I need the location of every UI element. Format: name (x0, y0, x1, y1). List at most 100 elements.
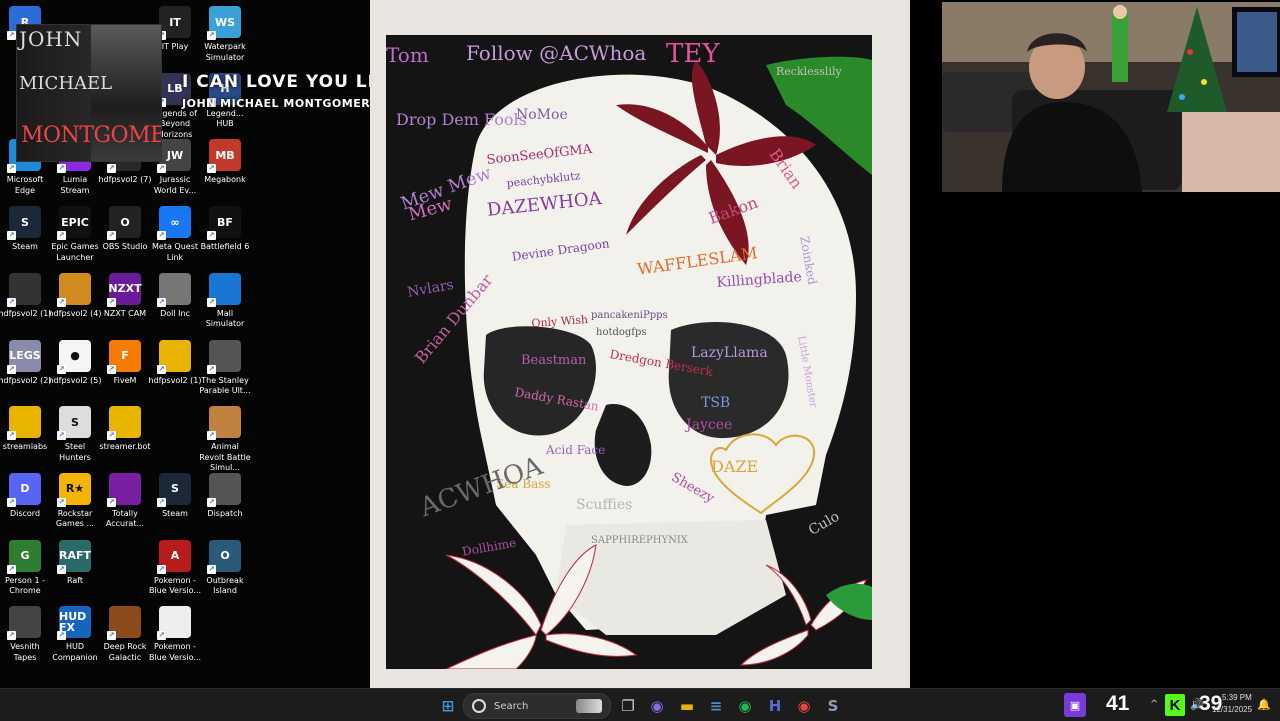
desktop-icon[interactable]: S ↗ Steam (148, 472, 202, 520)
app-icon: ↗ (207, 472, 241, 507)
twitch-viewer-count: 41 (1106, 692, 1130, 715)
desktop-icon[interactable]: G ↗ Person 1 - Chrome (0, 539, 52, 597)
desktop-icon-label: Person 1 - Chrome (5, 575, 45, 596)
app-icon: BF ↗ (207, 206, 241, 241)
shortcut-arrow-icon: ↗ (7, 564, 16, 574)
shortcut-arrow-icon: ↗ (107, 164, 116, 174)
desktop-icon[interactable]: D ↗ Discord (0, 472, 52, 520)
desktop-icon-label: Waterpark Simulator (204, 42, 246, 62)
shortcut-arrow-icon: ↗ (57, 231, 66, 241)
app-icon: ↗ (157, 606, 191, 641)
task-view-icon[interactable]: ❐ (617, 695, 639, 717)
desktop-icon[interactable]: ↗ hdfpsvol2 (1) (148, 339, 202, 387)
album-art: JOHN MICHAEL MONTGOMERY (16, 24, 162, 162)
now-playing-artist: JOHN MICHAEL MONTGOMERY (182, 97, 379, 110)
windows-start-icon[interactable]: ⊞ (437, 695, 459, 717)
shortcut-arrow-icon: ↗ (157, 497, 166, 507)
desktop-icon[interactable]: LEGS ↗ hdfpsvol2 (2) (0, 339, 52, 387)
shortcut-arrow-icon: ↗ (157, 564, 166, 574)
desktop-icon[interactable]: ↗ streamer.bot (98, 406, 152, 453)
shortcut-arrow-icon: ↗ (157, 164, 166, 174)
desktop-icon[interactable]: ↗ Animal Revolt Battle Simul... (198, 406, 252, 474)
shortcut-arrow-icon: ↗ (7, 497, 16, 507)
tray-chevron-icon[interactable]: ^ (1150, 699, 1158, 710)
shortcut-arrow-icon: ↗ (207, 31, 216, 40)
desktop-icon[interactable]: S ↗ Steam (0, 206, 52, 253)
search-box[interactable]: Search (463, 693, 611, 719)
shortcut-arrow-icon: ↗ (207, 497, 216, 507)
app-icon: R★ ↗ (57, 472, 91, 507)
hud-fx-icon[interactable]: H (764, 695, 786, 717)
clock-date[interactable]: 12/31/2025 (1212, 705, 1252, 714)
desktop-icon[interactable]: ↗ streamlabs (0, 406, 52, 453)
shortcut-arrow-icon: ↗ (7, 631, 16, 641)
shortcut-arrow-icon: ↗ (157, 231, 166, 241)
desktop-icon[interactable]: ↗ Doll Inc (148, 272, 202, 320)
app-icon: D ↗ (7, 472, 41, 507)
desktop-icon[interactable]: F ↗ FiveM (98, 339, 152, 387)
desktop-icon[interactable]: ↗ Vesnith Tapes (0, 606, 52, 663)
desktop-icon-label: Steam (162, 508, 188, 518)
desktop-icon-label: Animal Revolt Battle Simul... (199, 442, 251, 473)
desktop-icon-label: streamer.bot (99, 442, 151, 452)
desktop-icon[interactable]: ↗ hdfpsvol2 (1) (0, 272, 52, 320)
app-icon: NZXT ↗ (107, 272, 142, 307)
desktop-icon[interactable]: ↗ Totally Accurat... (98, 472, 152, 530)
signature-text: Follow @ACWhoa (466, 41, 647, 65)
desktop-icon-label: Dispatch (207, 508, 243, 518)
signature-text: TSB (701, 395, 731, 411)
desktop-icon-label: Rockstar Games ... (55, 508, 95, 529)
desktop-icon[interactable]: S ↗ Steel Hunters (48, 406, 102, 463)
desktop-icon-label: Epic Games Launcher (51, 242, 99, 262)
desktop-icon[interactable]: WS ↗ Waterpark Simulator (198, 6, 252, 63)
spotify-icon[interactable]: ◉ (734, 695, 756, 717)
desktop-icon[interactable]: R★ ↗ Rockstar Games ... (48, 472, 102, 530)
desktop-icon[interactable]: BF ↗ Battlefield 6 (198, 206, 252, 253)
shortcut-arrow-icon: ↗ (7, 31, 16, 40)
copilot-icon[interactable]: ◉ (646, 695, 668, 717)
app-icon: ↗ (7, 272, 41, 307)
steam-taskbar-icon[interactable]: S (822, 695, 844, 717)
desktop-icon[interactable]: O ↗ Outbreak Island (198, 539, 252, 597)
notification-bell-icon[interactable]: 🔔 (1257, 698, 1271, 711)
desktop-icon[interactable]: A ↗ Pokemon - Blue Versio... (148, 539, 202, 597)
webcam-scene (942, 2, 1280, 192)
desktop-icon[interactable]: ↗ The Stanley Parable Ult... (198, 339, 252, 397)
file-explorer-icon[interactable]: ▬ (676, 695, 698, 717)
desktop-icon[interactable]: ↗ Mall Simulator (198, 272, 252, 330)
desktop-icon-label: Doll Inc (160, 308, 190, 318)
app-icon: ∞ ↗ (157, 206, 191, 241)
kick-icon[interactable]: K (1165, 694, 1185, 716)
shortcut-arrow-icon: ↗ (7, 164, 16, 174)
clock-time[interactable]: 5:39 PM (1222, 693, 1252, 702)
chrome-icon[interactable]: ◉ (793, 695, 815, 717)
desktop-icon[interactable]: ↗ Deep Rock Galactic (98, 606, 152, 663)
desktop-icon[interactable]: O ↗ OBS Studio (98, 206, 152, 253)
search-highlight-icon (576, 699, 602, 713)
desktop-icon[interactable]: NZXT ↗ NZXT CAM (98, 272, 152, 320)
app-icon: S ↗ (7, 206, 41, 241)
notepad-icon[interactable]: ≡ (705, 695, 727, 717)
desktop-icon[interactable]: RAFT ↗ Raft (48, 539, 102, 587)
signature-text: pancakeniPpps (591, 310, 668, 321)
app-icon: S ↗ (157, 472, 191, 507)
app-icon: LEGS ↗ (7, 339, 41, 374)
search-icon (472, 699, 486, 713)
shortcut-arrow-icon: ↗ (207, 231, 216, 241)
app-icon: ↗ (7, 606, 41, 641)
signature-text: Recklesslily (776, 65, 842, 78)
desktop-icon[interactable]: ● ↗ hdfpsvol2 (5) (48, 339, 102, 387)
shortcut-arrow-icon: ↗ (207, 431, 216, 441)
desktop-icon[interactable]: ↗ hdfpsvol2 (4) (48, 272, 102, 320)
desktop-icon[interactable]: ↗ Dispatch (198, 472, 252, 520)
desktop-icon[interactable]: EPIC ↗ Epic Games Launcher (48, 206, 102, 263)
app-icon: ↗ (107, 606, 141, 641)
app-icon: ↗ (157, 272, 191, 307)
desktop-icon[interactable]: HUD FX ↗ HUD Companion (48, 606, 102, 663)
shortcut-arrow-icon: ↗ (57, 631, 66, 641)
desktop-icon[interactable]: ↗ Pokemon - Blue Versio... (148, 606, 202, 663)
desktop-icon-label: hdfpsvol2 (2) (0, 375, 52, 385)
desktop-icon[interactable]: ∞ ↗ Meta Quest Link (148, 206, 202, 263)
desktop-icon[interactable]: MB ↗ Megabonk (198, 139, 252, 186)
twitch-icon[interactable]: ▣ (1064, 693, 1086, 717)
